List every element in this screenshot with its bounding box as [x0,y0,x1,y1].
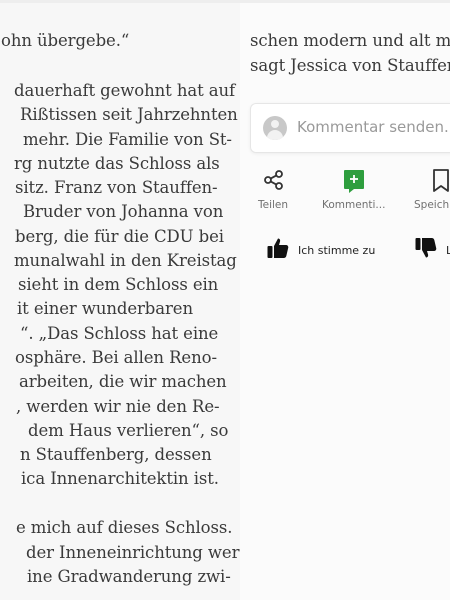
article-line: arbeiten, die wir machen [19,372,227,391]
article-line: ohn übergebe.“ [1,31,130,50]
save-button[interactable]: Speich [414,168,450,214]
article-line: berg, die für die CDU bei [15,227,224,246]
page: ohn übergebe.“ dauerhaft gewohnt hat auf R… [0,0,450,600]
share-label: Teilen [258,199,289,211]
share-button[interactable]: Teilen [258,168,290,214]
article-line: Bruder von Johanna von [23,202,224,221]
article-line: schen modern und alt ma [250,31,450,50]
comment-input-box[interactable]: Kommentar senden... [250,103,450,153]
article-line: Rißtissen seit Jahrzehnten [20,105,238,124]
sidebar-column: schen modern und alt ma sagt Jessica von … [240,0,450,600]
article-line: “. „Das Schloss hat eine [20,324,219,343]
article-line: ica Innenarchitektin ist. [21,469,219,488]
agree-button[interactable]: Ich stimme zu [266,236,376,264]
article-line: osphäre. Bei allen Reno- [15,348,217,367]
article-line: munalwahl in den Kreistag [14,251,237,270]
article-line: rg nutzte das Schloss als [14,154,220,173]
thumbs-up-icon [267,238,289,258]
disagree-label: L [446,244,450,257]
agree-label: Ich stimme zu [298,244,376,257]
comment-button[interactable]: Kommenti... [322,168,386,214]
article-line: sagt Jessica von Stauffenb [250,56,450,75]
article-line: sieht in dem Schloss ein [18,275,219,294]
save-label: Speich [414,199,450,211]
avatar [263,116,287,140]
article-line: n Stauffenberg, dessen [20,445,212,464]
article-line: mehr. Die Familie von St- [23,130,232,149]
comment-placeholder[interactable]: Kommentar senden... [297,118,450,136]
disagree-button[interactable]: L [414,236,450,264]
share-icon [264,170,283,190]
top-divider [0,0,450,3]
article-line: sitz. Franz von Stauffen- [15,178,218,197]
article-line: dauerhaft gewohnt hat auf [14,81,236,100]
thumbs-down-icon [415,238,437,258]
article-line: , werden wir nie den Re- [16,397,220,416]
bookmark-icon [433,169,449,192]
comment-label: Kommenti... [322,199,386,211]
article-line: dem Haus verlieren“, so [28,421,229,440]
article-line: it einer wunderbaren [17,299,193,318]
article-line: e mich auf dieses Schloss. [16,518,233,537]
comment-add-icon [344,170,364,193]
article-line: der Inneneinrichtung wer- [26,543,240,562]
article-line: ine Gradwanderung zwi- [27,567,231,586]
article-text-column: ohn übergebe.“ dauerhaft gewohnt hat auf R… [0,0,240,600]
